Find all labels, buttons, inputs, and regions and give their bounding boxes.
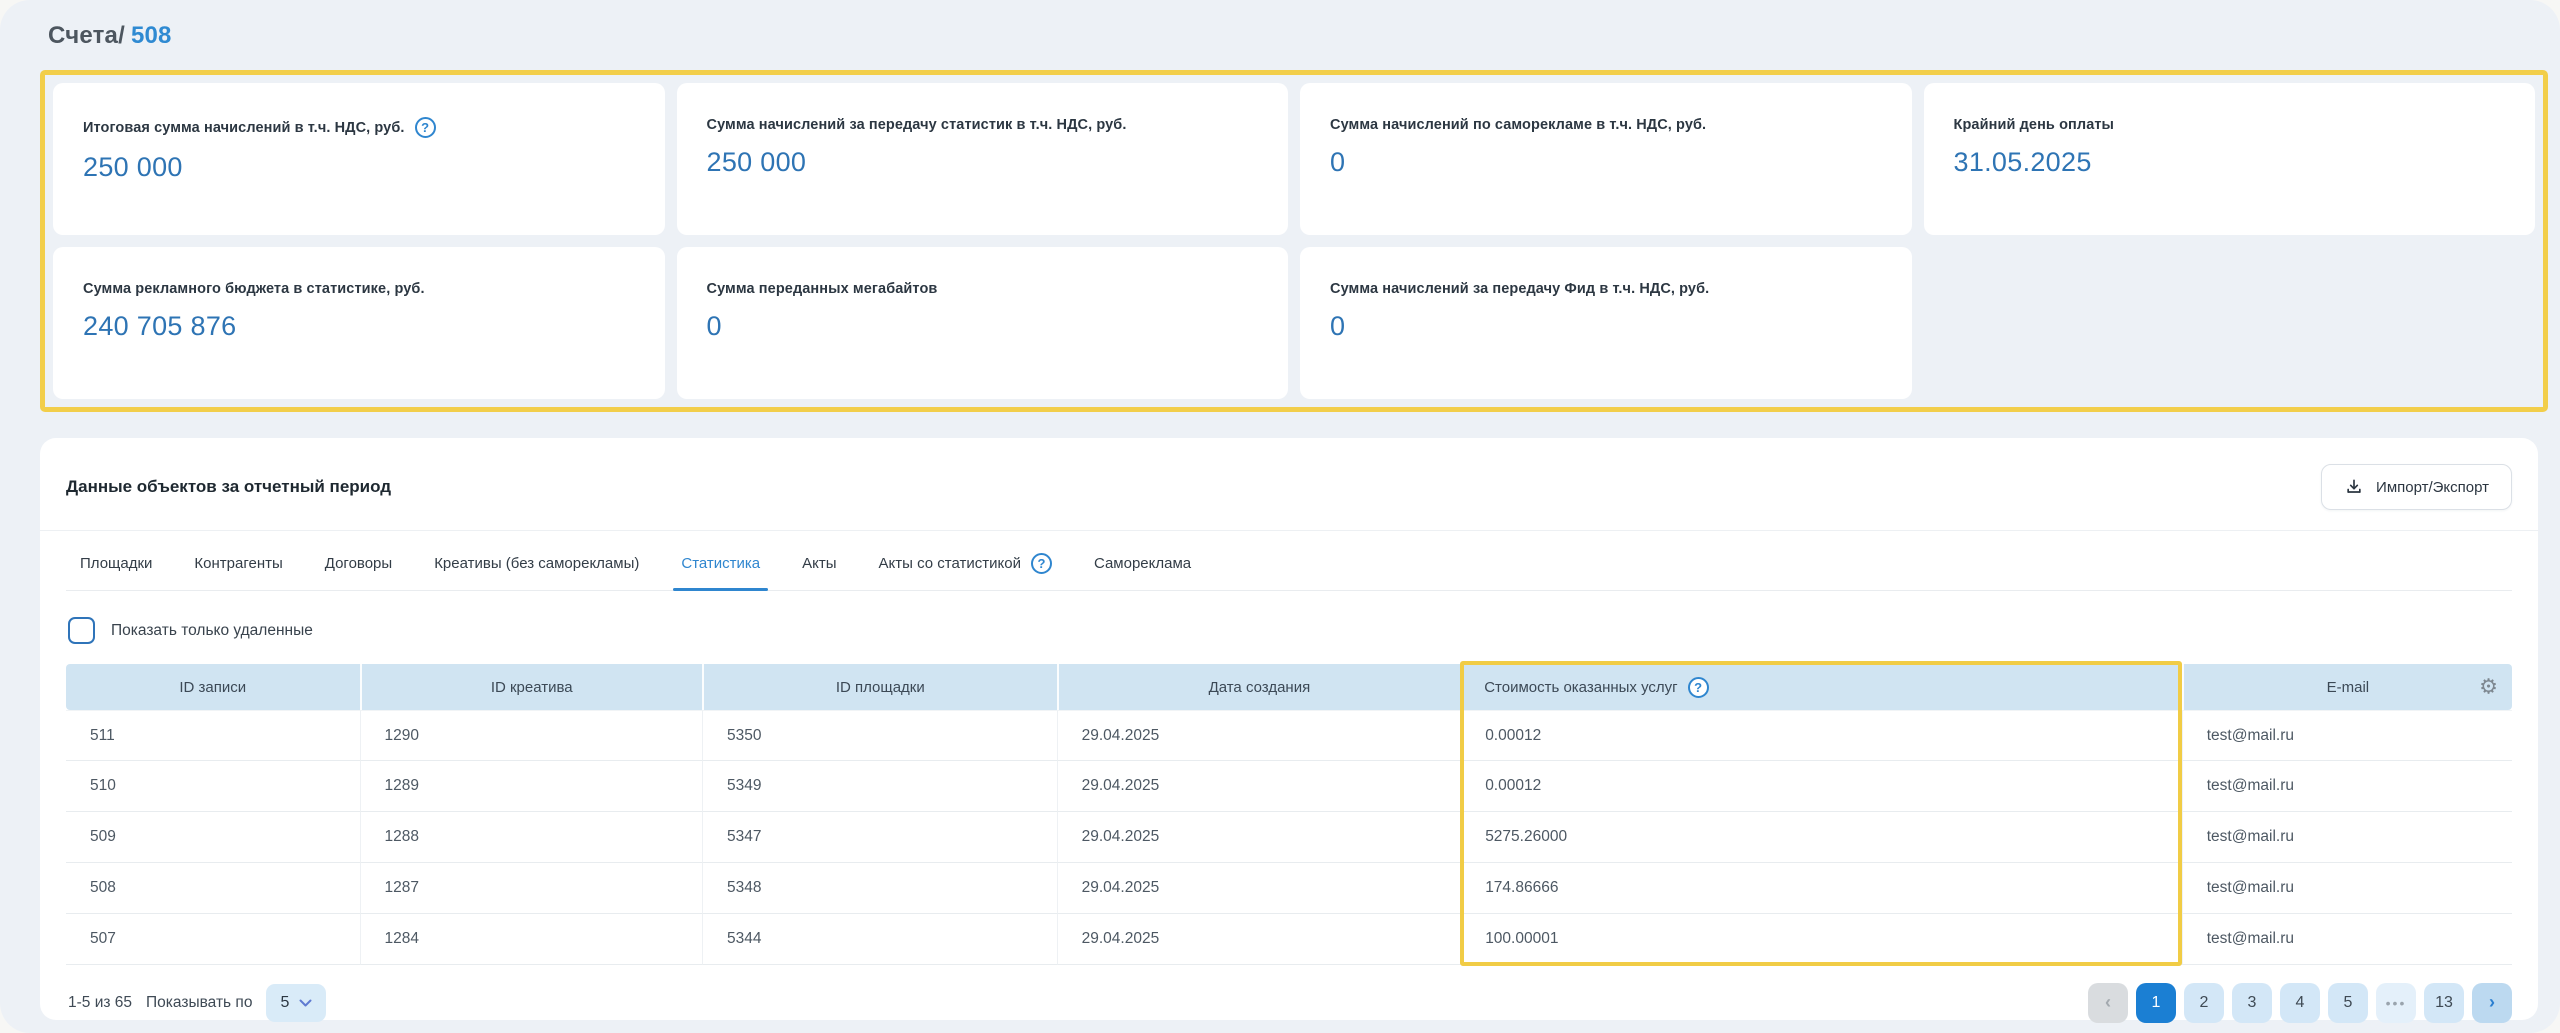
col-header-creative-id[interactable]: ID креатива <box>360 664 702 710</box>
card-payment-deadline: Крайний день оплаты 31.05.2025 <box>1924 83 2536 235</box>
tab-samoreklama[interactable]: Самореклама <box>1094 549 1191 590</box>
help-icon[interactable]: ? <box>1688 677 1709 698</box>
card-ad-budget: Сумма рекламного бюджета в статистике, р… <box>53 247 665 399</box>
statistics-table-wrap: ID записи ID креатива ID площадки Дата с… <box>66 664 2512 965</box>
card-label: Итоговая сумма начислений в т.ч. НДС, ру… <box>83 120 405 136</box>
empty-card-slot <box>1924 247 2536 399</box>
page-button-5[interactable]: 5 <box>2328 983 2368 1023</box>
card-label: Сумма переданных мегабайтов <box>707 281 938 297</box>
report-objects-panel: Данные объектов за отчетный период Импор… <box>40 438 2538 1020</box>
card-label: Сумма начислений по саморекламе в т.ч. Н… <box>1330 117 1706 133</box>
help-icon[interactable]: ? <box>415 117 436 138</box>
invoice-number: 508 <box>131 22 172 49</box>
statistics-table: ID записи ID креатива ID площадки Дата с… <box>66 664 2512 965</box>
card-value: 240 705 876 <box>83 311 635 342</box>
card-value: 31.05.2025 <box>1954 147 2506 178</box>
import-export-label: Импорт/Экспорт <box>2376 479 2489 496</box>
invoice-page: Счета/508 Итоговая сумма начислений в т.… <box>0 0 2560 1033</box>
pagination: ‹ 1 2 3 4 5 ••• 13 › <box>2088 983 2512 1023</box>
chevron-down-icon <box>299 999 312 1008</box>
page-ellipsis[interactable]: ••• <box>2376 983 2416 1023</box>
card-label: Сумма рекламного бюджета в статистике, р… <box>83 281 425 297</box>
breadcrumb-invoices: Счета/ <box>48 22 125 49</box>
col-header-email[interactable]: E-mail ⚙ <box>2182 664 2512 710</box>
show-deleted-label: Показать только удаленные <box>111 622 313 640</box>
card-feed-transfer: Сумма начислений за передачу Фид в т.ч. … <box>1300 247 1912 399</box>
col-header-record-id[interactable]: ID записи <box>66 664 360 710</box>
chevron-right-icon: › <box>2489 992 2495 1013</box>
card-label: Сумма начислений за передачу Фид в т.ч. … <box>1330 281 1709 297</box>
col-header-created-date[interactable]: Дата создания <box>1057 664 1461 710</box>
page-button-13[interactable]: 13 <box>2424 983 2464 1023</box>
show-deleted-checkbox[interactable] <box>68 617 95 644</box>
chevron-left-icon: ‹ <box>2105 992 2111 1013</box>
page-button-3[interactable]: 3 <box>2232 983 2272 1023</box>
summary-highlight-box: Итоговая сумма начислений в т.ч. НДС, ру… <box>40 70 2548 412</box>
per-page-label: Показывать по <box>146 994 252 1012</box>
table-row[interactable]: 507 1284 5344 29.04.2025 100.00001 test@… <box>66 914 2512 965</box>
tab-statistika[interactable]: Статистика <box>681 549 760 590</box>
card-value: 250 000 <box>83 152 635 183</box>
table-row[interactable]: 510 1289 5349 29.04.2025 0.00012 test@ma… <box>66 761 2512 812</box>
col-header-platform-id[interactable]: ID площадки <box>702 664 1057 710</box>
per-page-value: 5 <box>280 994 289 1012</box>
divider <box>40 530 2538 531</box>
tab-kontragenty[interactable]: Контрагенты <box>194 549 282 590</box>
next-page-button[interactable]: › <box>2472 983 2512 1023</box>
card-value: 0 <box>1330 311 1882 342</box>
rows-range-text: 1-5 из 65 <box>68 994 132 1012</box>
import-export-button[interactable]: Импорт/Экспорт <box>2321 464 2512 510</box>
table-row[interactable]: 509 1288 5347 29.04.2025 5275.26000 test… <box>66 812 2512 863</box>
tab-kreativy[interactable]: Креативы (без саморекламы) <box>434 549 639 590</box>
card-megabytes: Сумма переданных мегабайтов 0 <box>677 247 1289 399</box>
card-self-promotion: Сумма начислений по саморекламе в т.ч. Н… <box>1300 83 1912 235</box>
table-row[interactable]: 511 1290 5350 29.04.2025 0.00012 test@ma… <box>66 710 2512 761</box>
tab-akty-so-statistikoy[interactable]: Акты со статистикой ? <box>879 549 1052 590</box>
page-button-4[interactable]: 4 <box>2280 983 2320 1023</box>
section-title: Данные объектов за отчетный период <box>66 477 391 497</box>
card-total-accruals: Итоговая сумма начислений в т.ч. НДС, ру… <box>53 83 665 235</box>
table-header-row: ID записи ID креатива ID площадки Дата с… <box>66 664 2512 710</box>
card-label: Сумма начислений за передачу статистик в… <box>707 117 1127 133</box>
gear-icon[interactable]: ⚙ <box>2479 677 2498 698</box>
page-title: Счета/508 <box>48 22 2548 50</box>
page-button-2[interactable]: 2 <box>2184 983 2224 1023</box>
card-statistics-transfer: Сумма начислений за передачу статистик в… <box>677 83 1289 235</box>
card-label: Крайний день оплаты <box>1954 117 2115 133</box>
tab-ploshchadki[interactable]: Площадки <box>80 549 152 590</box>
col-header-cost[interactable]: Стоимость оказанных услуг ? <box>1460 664 2182 710</box>
card-value: 0 <box>707 311 1259 342</box>
card-value: 0 <box>1330 147 1882 178</box>
download-icon <box>2344 477 2364 497</box>
help-icon[interactable]: ? <box>1031 553 1052 574</box>
table-row[interactable]: 508 1287 5348 29.04.2025 174.86666 test@… <box>66 863 2512 914</box>
tab-dogovory[interactable]: Договоры <box>325 549 392 590</box>
tabs-bar: Площадки Контрагенты Договоры Креативы (… <box>66 549 2512 591</box>
tab-akty[interactable]: Акты <box>802 549 836 590</box>
card-value: 250 000 <box>707 147 1259 178</box>
prev-page-button[interactable]: ‹ <box>2088 983 2128 1023</box>
summary-cards-grid: Итоговая сумма начислений в т.ч. НДС, ру… <box>53 83 2535 399</box>
page-button-1[interactable]: 1 <box>2136 983 2176 1023</box>
per-page-select[interactable]: 5 <box>266 984 326 1022</box>
